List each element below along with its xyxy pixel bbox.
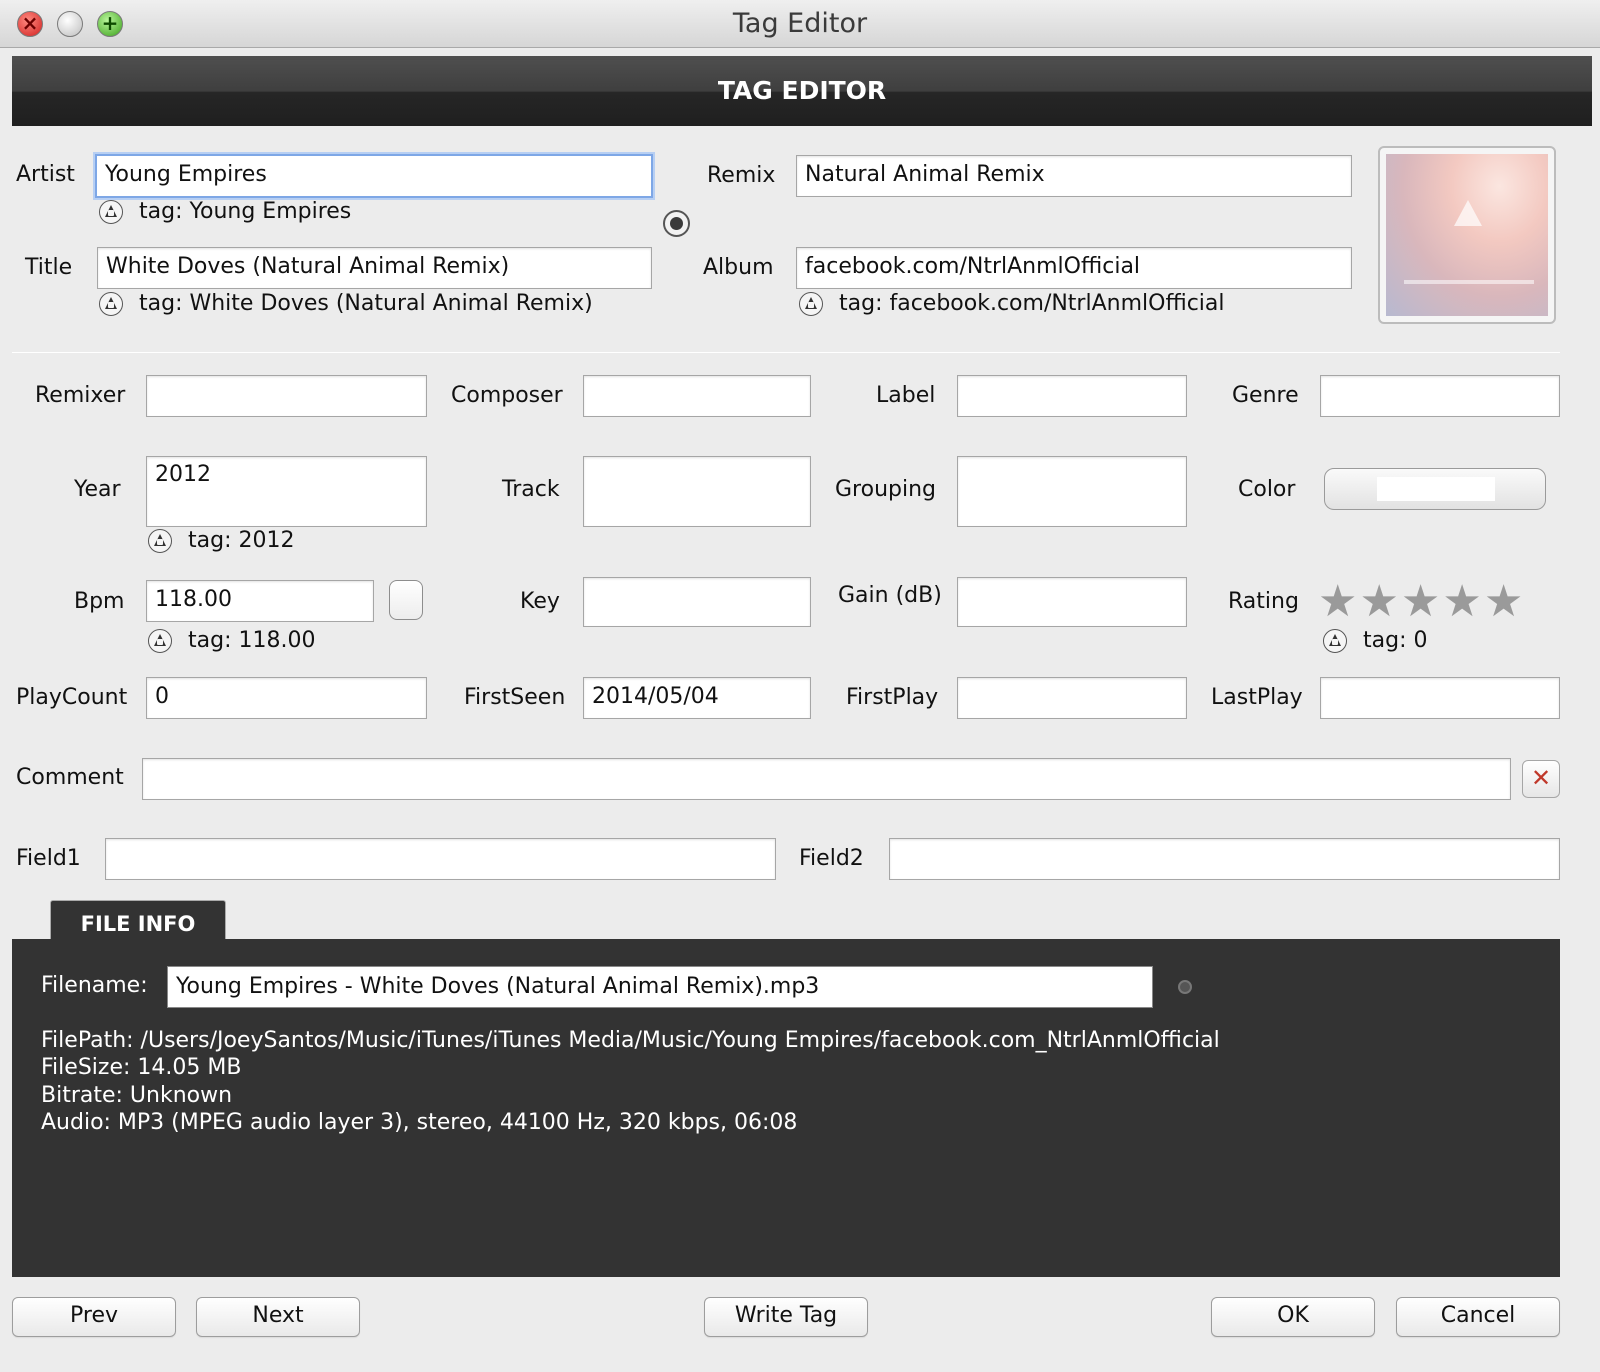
label-label: Label xyxy=(876,383,936,408)
key-label: Key xyxy=(520,589,560,614)
restore-tag-icon[interactable] xyxy=(148,528,172,553)
tab-file-info[interactable]: FILE INFO xyxy=(50,900,226,940)
composer-input[interactable] xyxy=(583,375,811,417)
field1-input[interactable] xyxy=(105,838,776,880)
remixer-label: Remixer xyxy=(35,383,126,408)
playcount-input[interactable]: 0 xyxy=(146,677,427,719)
prev-button[interactable]: Prev xyxy=(12,1297,176,1337)
next-button[interactable]: Next xyxy=(196,1297,360,1337)
artist-input[interactable]: Young Empires xyxy=(95,154,653,198)
star-icon[interactable]: ★ xyxy=(1401,580,1440,624)
bpm-label: Bpm xyxy=(74,589,125,614)
color-label: Color xyxy=(1238,477,1296,502)
album-label: Album xyxy=(703,255,774,280)
album-artwork[interactable] xyxy=(1378,146,1556,324)
year-label: Year xyxy=(74,477,121,502)
swap-radio-icon[interactable] xyxy=(663,210,690,237)
grouping-label: Grouping xyxy=(835,477,936,502)
firstseen-label: FirstSeen xyxy=(464,685,566,710)
artist-label: Artist xyxy=(16,162,75,187)
window-title: Tag Editor xyxy=(732,8,868,39)
remixer-input[interactable] xyxy=(146,375,427,417)
remix-label: Remix xyxy=(707,163,776,188)
restore-tag-icon[interactable] xyxy=(799,291,823,316)
radio-dot xyxy=(670,217,683,230)
audio-text: Audio: MP3 (MPEG audio layer 3), stereo,… xyxy=(41,1110,798,1135)
rating-tag-text: tag: 0 xyxy=(1363,628,1428,653)
rating-label: Rating xyxy=(1228,589,1299,614)
star-icon[interactable]: ★ xyxy=(1484,580,1523,624)
bitrate-text: Bitrate: Unknown xyxy=(41,1083,233,1108)
album-input[interactable]: facebook.com/NtrlAnmlOfficial xyxy=(796,247,1352,289)
section-divider xyxy=(12,352,1560,353)
track-label: Track xyxy=(502,477,560,502)
gain-input[interactable] xyxy=(957,577,1187,627)
year-tag: tag: 2012 xyxy=(148,528,294,553)
bpm-tag-text: tag: 118.00 xyxy=(188,628,316,653)
filesize-text: FileSize: 14.05 MB xyxy=(41,1055,242,1080)
artwork-text-stripe xyxy=(1404,280,1534,284)
bpm-tag: tag: 118.00 xyxy=(148,628,315,653)
star-icon[interactable]: ★ xyxy=(1442,580,1481,624)
grouping-input[interactable] xyxy=(957,456,1187,527)
playcount-label: PlayCount xyxy=(16,685,128,710)
comment-input[interactable] xyxy=(142,758,1511,800)
bpm-tap-button[interactable] xyxy=(389,580,423,620)
lastplay-input[interactable] xyxy=(1320,677,1560,719)
title-tag-text: tag: White Doves (Natural Animal Remix) xyxy=(139,291,593,316)
color-swatch xyxy=(1377,477,1495,501)
bpm-input[interactable]: 118.00 xyxy=(146,580,374,622)
tag-editor-header: TAG EDITOR xyxy=(12,56,1592,126)
clear-icon[interactable]: ✕ xyxy=(1522,760,1560,798)
rating-tag: tag: 0 xyxy=(1323,628,1427,653)
year-input[interactable]: 2012 xyxy=(146,456,427,527)
filename-label: Filename: xyxy=(41,973,148,998)
restore-tag-icon[interactable] xyxy=(99,291,123,316)
artist-tag: tag: Young Empires xyxy=(99,199,351,224)
artwork-logo xyxy=(1454,200,1482,226)
composer-label: Composer xyxy=(451,383,563,408)
filename-input[interactable]: Young Empires - White Doves (Natural Ani… xyxy=(167,966,1153,1008)
write-tag-button[interactable]: Write Tag xyxy=(704,1297,868,1337)
title-label: Title xyxy=(25,255,73,280)
year-tag-text: tag: 2012 xyxy=(188,528,295,553)
comment-label: Comment xyxy=(16,765,124,790)
field1-label: Field1 xyxy=(16,846,81,871)
genre-label: Genre xyxy=(1232,383,1299,408)
artist-tag-text: tag: Young Empires xyxy=(139,199,352,224)
title-input[interactable]: White Doves (Natural Animal Remix) xyxy=(97,247,652,289)
artwork-image xyxy=(1386,154,1548,316)
restore-tag-icon[interactable] xyxy=(1323,628,1347,653)
album-tag-text: tag: facebook.com/NtrlAnmlOfficial xyxy=(839,291,1225,316)
restore-tag-icon[interactable] xyxy=(148,628,172,653)
rating-stars[interactable]: ★ ★ ★ ★ ★ xyxy=(1318,580,1523,624)
field2-input[interactable] xyxy=(889,838,1560,880)
firstseen-input[interactable]: 2014/05/04 xyxy=(583,677,811,719)
rename-radio-icon[interactable] xyxy=(1178,980,1192,994)
firstplay-label: FirstPlay xyxy=(846,685,939,710)
color-picker-button[interactable] xyxy=(1324,468,1546,510)
firstplay-input[interactable] xyxy=(957,677,1187,719)
window-titlebar: × + Tag Editor xyxy=(0,0,1600,48)
star-icon[interactable]: ★ xyxy=(1359,580,1398,624)
genre-input[interactable] xyxy=(1320,375,1560,417)
remix-input[interactable]: Natural Animal Remix xyxy=(796,155,1352,197)
album-tag: tag: facebook.com/NtrlAnmlOfficial xyxy=(799,291,1225,316)
ok-button[interactable]: OK xyxy=(1211,1297,1375,1337)
gain-label: Gain (dB) xyxy=(838,583,942,608)
star-icon[interactable]: ★ xyxy=(1318,580,1357,624)
key-input[interactable] xyxy=(583,577,811,627)
lastplay-label: LastPlay xyxy=(1211,685,1303,710)
label-input[interactable] xyxy=(957,375,1187,417)
cancel-button[interactable]: Cancel xyxy=(1396,1297,1560,1337)
track-input[interactable] xyxy=(583,456,811,527)
restore-tag-icon[interactable] xyxy=(99,199,123,224)
title-tag: tag: White Doves (Natural Animal Remix) xyxy=(99,291,593,316)
field2-label: Field2 xyxy=(799,846,864,871)
filepath-text: FilePath: /Users/JoeySantos/Music/iTunes… xyxy=(41,1028,1220,1053)
